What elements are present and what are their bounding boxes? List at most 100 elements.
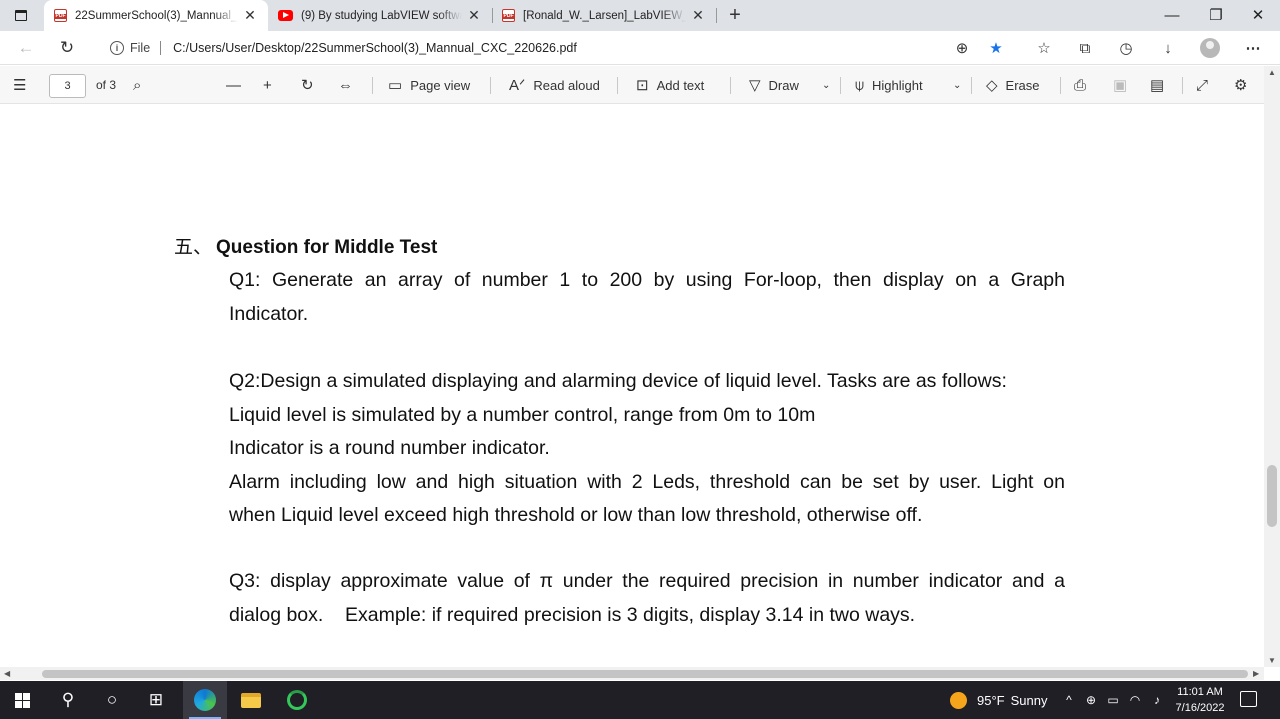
info-icon[interactable]: i [110,41,124,55]
pdf-icon [54,9,67,22]
text-line: Q1: Generate an array of number 1 to 200… [229,269,1065,291]
table-of-contents-button[interactable]: ☰ [13,66,34,104]
text-box-icon: ⊡ [636,77,649,94]
save-button[interactable]: ▣ [1113,66,1135,104]
tab-labview-book[interactable]: [Ronald_W._Larsen]_LabVIEW_for_Engineers… [492,0,716,31]
draw-label: Draw [768,77,799,93]
fit-page-button[interactable]: ⇔ [338,66,361,104]
text-line: Indicator. [229,302,309,325]
pdf-icon [502,9,515,22]
settings-button[interactable]: ⚙ [1234,66,1255,104]
toolbar-divider [840,77,841,94]
more-menu-icon[interactable]: ⋯ [1242,38,1264,60]
taskbar-clock[interactable]: 11:01 AM 7/16/2022 [1172,684,1228,716]
tab-youtube[interactable]: (9) By studying LabVIEW software ✕ [268,0,492,31]
edge-taskbar-button[interactable] [183,681,227,719]
scheme-label: File [130,41,151,55]
save-as-button[interactable]: ▤ [1150,66,1172,104]
draw-options-chevron[interactable]: ⌄ [822,66,830,104]
highlight-options-chevron[interactable]: ⌄ [953,66,961,104]
vertical-scrollbar[interactable]: ▲ ▼ [1264,66,1280,667]
tab-actions-icon [15,9,27,21]
tray-overflow-icon[interactable]: ^ [1060,681,1078,719]
text-line: Alarm including low and high situation w… [229,470,1065,493]
back-button[interactable]: ← [13,36,39,60]
search-icon: ⚲ [61,690,75,709]
start-button[interactable] [0,681,44,719]
draw-pen-icon: ▽ [749,77,761,94]
find-button[interactable]: ⌕ [133,66,149,104]
address-bar[interactable]: i File C:/Users/User/Desktop/22SummerSch… [96,34,1026,62]
text-line: Indicator is a round number indicator. [229,437,550,460]
history-icon[interactable]: ◷ [1115,38,1137,60]
minimize-button[interactable]: — [1150,0,1194,31]
weather-temp: 95°F [977,692,1005,708]
downloads-icon[interactable]: ↓ [1157,38,1179,60]
refresh-button[interactable]: ↻ [54,36,80,60]
search-button[interactable]: ⚲ [46,681,90,719]
tab-title: [Ronald_W._Larsen]_LabVIEW_for_Engineers [523,9,686,22]
text-line: Liquid level is simulated by a number co… [229,403,816,426]
vertical-scroll-thumb[interactable] [1267,465,1277,527]
url-text[interactable]: C:/Users/User/Desktop/22SummerSchool(3)_… [173,41,577,55]
text-line: Q3: display approximate value of π under… [229,570,1065,592]
page-view-button[interactable]: ▭ Page view [388,66,470,104]
expand-icon: ⤢ [1196,76,1209,94]
meet-now-icon[interactable]: ⊕ [1082,681,1100,719]
favorites-icon[interactable]: ☆ [1033,38,1055,60]
page-number-input[interactable]: 3 [49,74,86,98]
toolbar-divider [1182,77,1183,94]
weather-widget[interactable]: 95°F Sunny [950,681,1047,719]
scroll-down-icon[interactable]: ▼ [1264,656,1280,665]
scroll-right-icon[interactable]: ▶ [1253,667,1259,680]
clock-time: 11:01 AM [1177,686,1223,698]
edge-icon [194,689,216,711]
tab-actions-button[interactable] [8,5,34,25]
rotate-button[interactable]: ↻ [301,66,322,104]
read-aloud-button[interactable]: Aᐟ Read aloud [509,66,600,104]
horizontal-scrollbar[interactable]: ◀ ▶ [0,667,1264,680]
fullscreen-button[interactable]: ⤢ [1196,66,1216,104]
task-view-icon: ⊞ [148,690,164,709]
youtube-icon [278,10,293,21]
windows-logo-icon [14,692,30,708]
volume-icon[interactable]: ♪ [1148,681,1166,719]
app-taskbar-button[interactable] [275,681,319,719]
close-icon[interactable]: ✕ [466,7,482,24]
collections-icon[interactable]: ⧉ [1074,38,1096,60]
zoom-out-button[interactable]: — [226,66,249,104]
save-icon: ▣ [1113,77,1128,94]
task-view-button[interactable]: ⊞ [134,681,178,719]
zoom-in-button[interactable]: + [263,66,280,104]
read-aloud-icon: Aᐟ [509,77,526,94]
chevron-down-icon: ⌄ [953,79,962,91]
cortana-button[interactable]: ○ [90,681,134,719]
text-line: dialog box. Example: if required precisi… [229,603,916,626]
tab-title: 22SummerSchool(3)_Mannual_CXC_220626.pdf [75,9,238,22]
draw-button[interactable]: ▽ Draw [749,66,799,104]
close-window-button[interactable]: ✕ [1236,0,1280,31]
tab-pdf-manual[interactable]: 22SummerSchool(3)_Mannual_CXC_220626.pdf… [44,0,268,31]
battery-icon[interactable]: ▭ [1104,681,1122,719]
erase-label: Erase [1005,77,1040,93]
close-icon[interactable]: ✕ [242,7,258,24]
scroll-left-icon[interactable]: ◀ [4,667,10,680]
question-2: Q2:Design a simulated displaying and ala… [229,365,1065,533]
pdf-toolbar: ☰ 3 of 3 ⌕ — + ↻ ⇔ ▭ Page view Aᐟ Read a… [0,66,1280,104]
scroll-up-icon[interactable]: ▲ [1264,68,1280,77]
print-button[interactable]: ⎙ [1074,66,1094,104]
notification-icon[interactable] [1240,691,1257,707]
close-icon[interactable]: ✕ [690,7,706,24]
restore-button[interactable]: ❐ [1194,0,1238,31]
horizontal-scroll-thumb[interactable] [42,670,1248,678]
favorite-star-icon[interactable]: ★ [985,38,1007,60]
file-explorer-button[interactable] [229,681,273,719]
wifi-icon[interactable]: ◠ [1126,681,1144,719]
new-tab-button[interactable]: + [724,3,746,27]
erase-button[interactable]: ◇ Erase [986,66,1040,104]
zoom-icon[interactable]: ⊕ [951,38,973,60]
highlight-button[interactable]: ⍦ Highlight [855,66,923,104]
profile-avatar[interactable] [1200,38,1220,58]
fit-width-icon: ⇔ [338,76,353,94]
add-text-button[interactable]: ⊡ Add text [636,66,704,104]
